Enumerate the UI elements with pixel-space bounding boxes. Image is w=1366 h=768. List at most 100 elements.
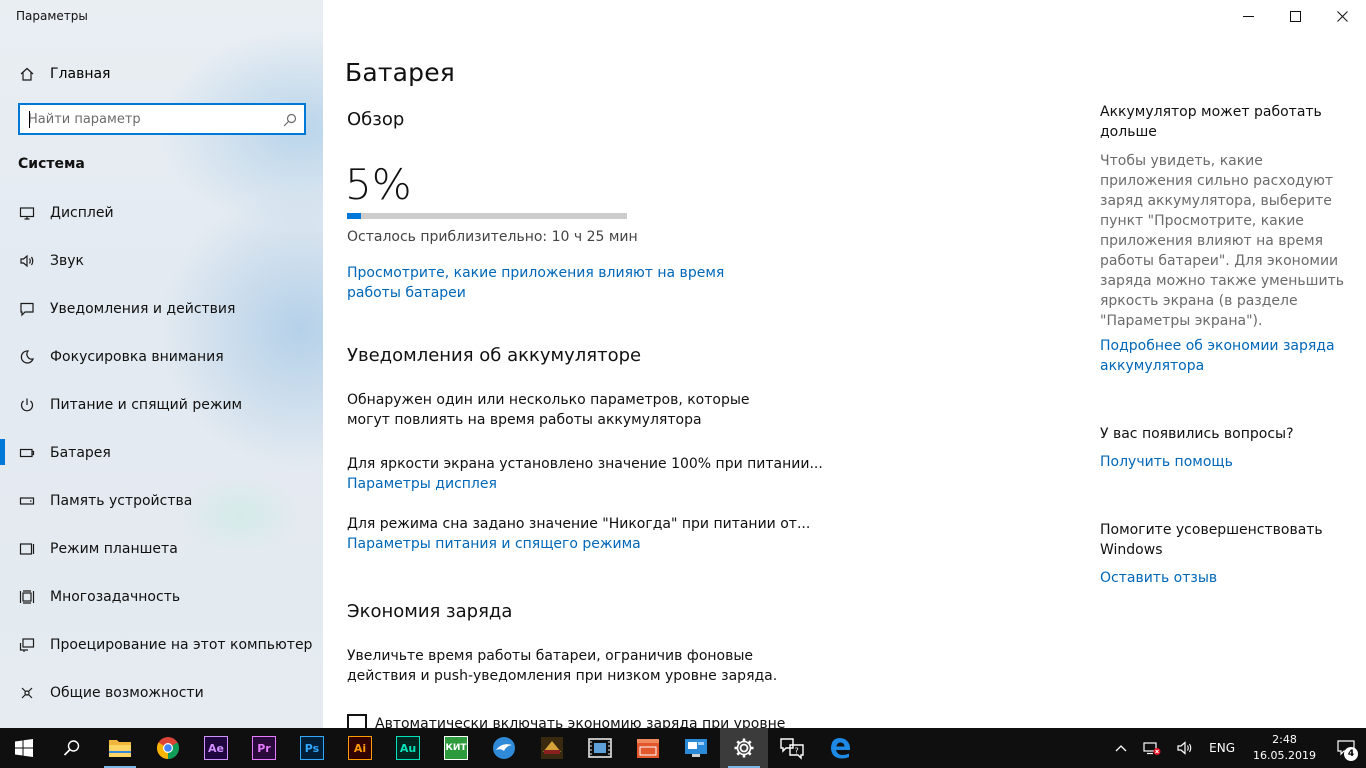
sidebar-item-notifications[interactable]: Уведомления и действия xyxy=(0,285,323,333)
system-tray: ENG 2:48 16.05.2019 4 xyxy=(1107,728,1366,768)
saver-description: Увеличьте время работы батареи, ограничи… xyxy=(347,648,778,684)
monitor-icon xyxy=(18,204,36,222)
kit-icon: КИТ xyxy=(444,736,468,760)
gear-icon xyxy=(734,738,754,758)
taskbar-app-game[interactable] xyxy=(528,728,576,768)
taskbar-app-chrome[interactable] xyxy=(144,728,192,768)
search-field[interactable] xyxy=(18,103,306,135)
overview-heading: Обзор xyxy=(347,109,405,130)
volume-button[interactable] xyxy=(1169,728,1201,768)
input-language-button[interactable]: ENG xyxy=(1201,728,1243,768)
brightness-text: Для яркости экрана установлено значение … xyxy=(347,456,823,472)
sidebar-item-label: Фокусировка внимания xyxy=(50,349,224,365)
feedback-link[interactable]: Оставить отзыв xyxy=(1100,568,1360,588)
battery-percent: 5% xyxy=(345,160,412,209)
game-icon xyxy=(541,737,563,759)
network-button[interactable] xyxy=(1135,728,1169,768)
sidebar-item-sound[interactable]: Звук xyxy=(0,237,323,285)
taskbar-app-file-explorer[interactable] xyxy=(96,728,144,768)
display-settings-link[interactable]: Параметры дисплея xyxy=(347,474,497,494)
battery-level-bar xyxy=(347,213,627,219)
audition-icon: Au xyxy=(396,736,420,760)
sidebar-item-power[interactable]: Питание и спящий режим xyxy=(0,381,323,429)
sidebar-item-battery[interactable]: Батарея xyxy=(0,429,323,477)
search-input[interactable] xyxy=(28,110,273,128)
apps-usage-link[interactable]: Просмотрите, какие приложения влияют на … xyxy=(347,263,777,303)
edge-icon xyxy=(831,738,850,759)
network-disconnected-icon xyxy=(1143,742,1161,755)
remote-desktop-icon xyxy=(685,739,707,757)
taskbar: Ae Pr Ps Ai Au КИТ ? ENG 2:48 16.05.2019… xyxy=(0,728,1366,768)
taskbar-app-feedback-hub[interactable]: ? xyxy=(768,728,816,768)
text-caret xyxy=(29,111,30,128)
sidebar-item-label: Память устройства xyxy=(50,493,193,509)
nav-list: Дисплей Звук Уведомления и действия Фоку… xyxy=(0,189,323,717)
nav-home[interactable]: Главная xyxy=(18,62,110,86)
taskbar-app-kit[interactable]: КИТ xyxy=(432,728,480,768)
sidebar-item-projecting[interactable]: Проецирование на этот компьютер xyxy=(0,621,323,669)
illustrator-icon: Ai xyxy=(348,736,372,760)
action-center-button[interactable]: 4 xyxy=(1326,728,1366,768)
sidebar-item-label: Уведомления и действия xyxy=(50,301,236,317)
taskbar-app-after-effects[interactable]: Ae xyxy=(192,728,240,768)
taskbar-search-button[interactable] xyxy=(48,728,96,768)
search-icon xyxy=(63,740,80,756)
sidebar-item-storage[interactable]: Память устройства xyxy=(0,477,323,525)
tip-title: Аккумулятор может работать дольше xyxy=(1100,104,1322,140)
settings-window: Параметры Главная Система Дисплей Звук xyxy=(0,0,1366,728)
after-effects-icon: Ae xyxy=(204,736,228,760)
battery-saving-info-link[interactable]: Подробнее об экономии заряда аккумулятор… xyxy=(1100,336,1350,376)
taskbar-app-illustrator[interactable]: Ai xyxy=(336,728,384,768)
clock-time: 2:48 xyxy=(1272,733,1297,746)
sidebar-item-focus[interactable]: Фокусировка внимания xyxy=(0,333,323,381)
message-icon xyxy=(18,300,36,318)
clock[interactable]: 2:48 16.05.2019 xyxy=(1243,728,1326,768)
show-hidden-icons-button[interactable] xyxy=(1107,728,1135,768)
battery-saver-checkbox-label[interactable]: Автоматически включать экономию заряда п… xyxy=(375,714,785,728)
sidebar-item-tablet[interactable]: Режим планшета xyxy=(0,525,323,573)
search-icon[interactable] xyxy=(283,112,297,127)
taskbar-app-settings[interactable] xyxy=(720,728,768,768)
taskbar-app-remote-app[interactable] xyxy=(672,728,720,768)
start-button[interactable] xyxy=(0,728,48,768)
sidebar-item-label: Режим планшета xyxy=(50,541,178,557)
svg-text:?: ? xyxy=(795,747,799,756)
sidebar-item-shared[interactable]: Общие возможности xyxy=(0,669,323,717)
moon-icon xyxy=(18,348,36,366)
taskbar-app-premiere[interactable]: Pr xyxy=(240,728,288,768)
sidebar-item-label: Питание и спящий режим xyxy=(50,397,243,413)
app-title: Параметры xyxy=(16,9,88,23)
improve-title: Помогите усовершенствовать Windows xyxy=(1100,522,1323,558)
sidebar-item-multitasking[interactable]: Многозадачность xyxy=(0,573,323,621)
clapper-icon xyxy=(637,739,659,758)
questions-title: У вас появились вопросы? xyxy=(1100,426,1294,442)
sidebar: Параметры Главная Система Дисплей Звук xyxy=(0,0,323,728)
taskbar-app-film-tool[interactable] xyxy=(624,728,672,768)
battery-icon xyxy=(18,444,36,462)
taskbar-app-dolphin[interactable] xyxy=(480,728,528,768)
taskbar-app-audition[interactable]: Au xyxy=(384,728,432,768)
premiere-icon: Pr xyxy=(252,736,276,760)
feedback-hub-icon: ? xyxy=(780,738,804,760)
film-icon xyxy=(588,738,612,758)
sidebar-item-label: Батарея xyxy=(50,445,111,461)
taskbar-app-edge[interactable] xyxy=(816,728,864,768)
nav-home-label: Главная xyxy=(50,66,111,82)
get-help-link[interactable]: Получить помощь xyxy=(1100,452,1360,472)
power-icon xyxy=(18,396,36,414)
home-icon xyxy=(18,65,36,83)
chrome-icon xyxy=(157,737,179,759)
shared-icon xyxy=(18,684,36,702)
multitask-icon xyxy=(18,588,36,606)
taskbar-app-video-editor[interactable] xyxy=(576,728,624,768)
storage-icon xyxy=(18,492,36,510)
taskbar-app-photoshop[interactable]: Ps xyxy=(288,728,336,768)
battery-saver-checkbox[interactable] xyxy=(347,714,367,728)
sidebar-item-label: Проецирование на этот компьютер xyxy=(50,637,313,653)
sleep-text: Для режима сна задано значение "Никогда"… xyxy=(347,516,811,532)
power-settings-link[interactable]: Параметры питания и спящего режима xyxy=(347,534,641,554)
folder-icon xyxy=(109,740,131,757)
sidebar-item-display[interactable]: Дисплей xyxy=(0,189,323,237)
clock-date: 16.05.2019 xyxy=(1253,749,1316,762)
sidebar-item-label: Звук xyxy=(50,253,84,269)
